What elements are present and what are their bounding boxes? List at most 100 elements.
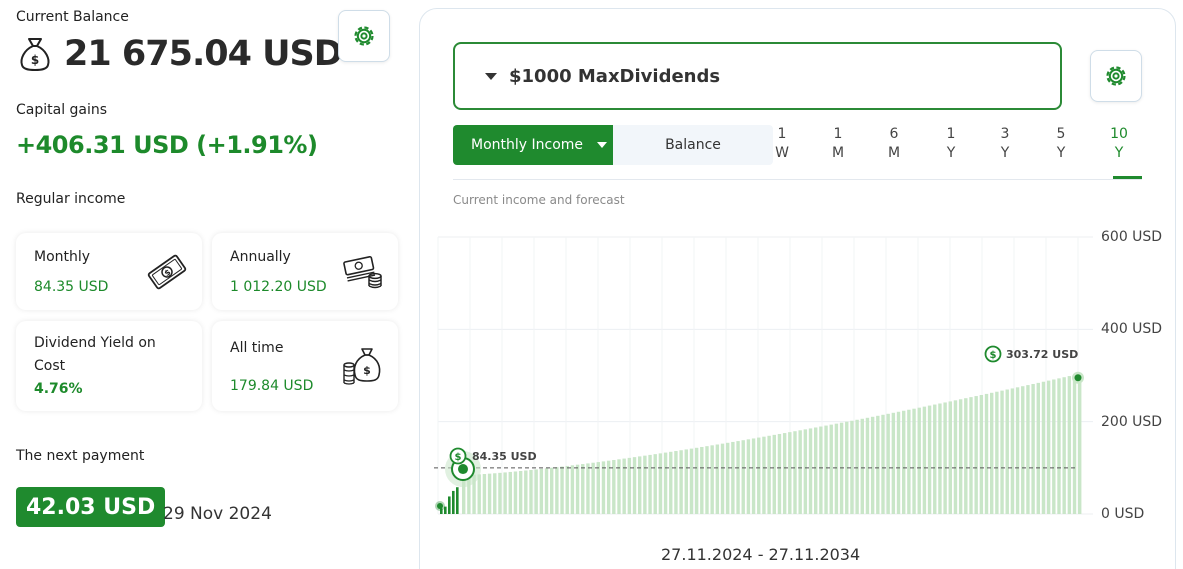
bar-forecast	[1046, 380, 1051, 514]
bar-forecast	[575, 464, 580, 514]
bar-forecast	[555, 467, 559, 514]
bar-forecast	[907, 409, 911, 514]
bar-forecast	[684, 449, 688, 514]
bar-forecast	[751, 438, 756, 514]
bar-forecast	[870, 416, 875, 514]
bar-forecast	[814, 427, 818, 514]
bar-forecast	[995, 391, 999, 514]
bar-forecast	[912, 408, 916, 514]
bar-forecast	[958, 399, 963, 514]
bar-forecast	[503, 472, 507, 514]
bar-forecast	[508, 471, 512, 514]
chart-date-range: 27.11.2024 - 27.11.2034	[661, 545, 861, 564]
bar-forecast	[487, 473, 492, 514]
bar-forecast	[1052, 379, 1056, 514]
bar-forecast	[653, 454, 657, 514]
bar-forecast	[839, 422, 844, 514]
bar-forecast	[731, 441, 735, 514]
bar-forecast	[964, 398, 968, 514]
y-axis-tick: 0 USD	[1101, 506, 1145, 522]
bar-forecast	[1072, 374, 1077, 514]
bar-forecast	[757, 437, 761, 514]
start-marker-dot	[437, 503, 443, 509]
bar-forecast	[560, 466, 564, 514]
bar-forecast	[658, 453, 663, 514]
bar-forecast	[513, 471, 518, 514]
bar-forecast	[736, 441, 740, 514]
bar-forecast	[881, 414, 885, 514]
bar-forecast	[938, 403, 942, 514]
bar-actual	[452, 490, 455, 514]
bar-forecast	[544, 468, 549, 514]
bar-forecast	[565, 465, 569, 514]
bar-forecast	[782, 433, 787, 514]
bar-forecast	[482, 474, 487, 514]
bar-forecast	[741, 440, 745, 514]
bar-forecast	[922, 406, 927, 514]
bar-forecast	[865, 417, 870, 514]
bar-forecast	[591, 462, 595, 514]
bar-forecast	[534, 469, 538, 514]
bar-forecast	[715, 444, 720, 514]
bar-forecast	[700, 446, 704, 514]
bar-forecast	[777, 433, 782, 514]
bar-forecast	[834, 423, 839, 514]
bar-forecast	[539, 468, 544, 514]
bar-forecast	[819, 426, 823, 514]
bar-forecast	[643, 455, 647, 514]
bar-forecast	[943, 402, 947, 514]
bar-forecast	[674, 451, 678, 514]
bar-forecast	[896, 411, 901, 514]
bar-forecast	[1000, 390, 1004, 514]
bar-forecast	[829, 424, 833, 514]
dollar-coin-icon: $	[455, 452, 462, 463]
bar-forecast	[902, 410, 906, 514]
bar-forecast	[606, 460, 611, 514]
current-value-label: 84.35 USD	[472, 450, 537, 463]
bar-forecast	[927, 405, 932, 514]
bar-forecast	[1078, 373, 1082, 514]
bar-forecast	[793, 431, 797, 514]
bar-forecast	[1057, 378, 1061, 514]
end-marker-dot	[1074, 374, 1082, 382]
bar-forecast	[808, 428, 813, 514]
bar-forecast	[627, 457, 632, 514]
bar-forecast	[824, 425, 828, 514]
bar-forecast	[979, 394, 984, 514]
bar-forecast	[984, 393, 989, 514]
bar-forecast	[1036, 382, 1040, 514]
bar-forecast	[1005, 389, 1009, 514]
bar-forecast	[493, 473, 497, 514]
bar-forecast	[886, 413, 890, 514]
bar-forecast	[798, 430, 802, 514]
bar-forecast	[529, 469, 533, 514]
bar-forecast	[1026, 385, 1030, 514]
bar-forecast	[689, 448, 694, 514]
bar-forecast	[933, 404, 937, 514]
bar-forecast	[586, 463, 590, 514]
bar-forecast	[876, 415, 880, 514]
bar-forecast	[803, 429, 808, 514]
bar-forecast	[953, 400, 958, 514]
bar-forecast	[974, 396, 978, 514]
bar-forecast	[632, 457, 637, 514]
forecast-end-label: 303.72 USD	[1006, 348, 1078, 361]
bar-actual	[448, 496, 451, 514]
income-forecast-chart: $84.35 USD $ 303.72 USD	[434, 236, 1093, 515]
bar-forecast	[788, 432, 792, 514]
bar-forecast	[969, 397, 973, 514]
bar-forecast	[648, 454, 652, 514]
y-axis-tick: 600 USD	[1101, 229, 1163, 245]
y-axis-tick: 200 USD	[1101, 414, 1163, 430]
bar-forecast	[570, 465, 575, 514]
bar-forecast	[1067, 376, 1072, 514]
bar-forecast	[601, 461, 606, 514]
bar-forecast	[477, 474, 481, 514]
bar-forecast	[746, 439, 751, 514]
bar-forecast	[990, 392, 994, 514]
bar-forecast	[1015, 387, 1020, 514]
bar-forecast	[767, 435, 771, 514]
bar-forecast	[917, 407, 921, 514]
bar-forecast	[518, 470, 523, 514]
bar-forecast	[581, 464, 585, 514]
